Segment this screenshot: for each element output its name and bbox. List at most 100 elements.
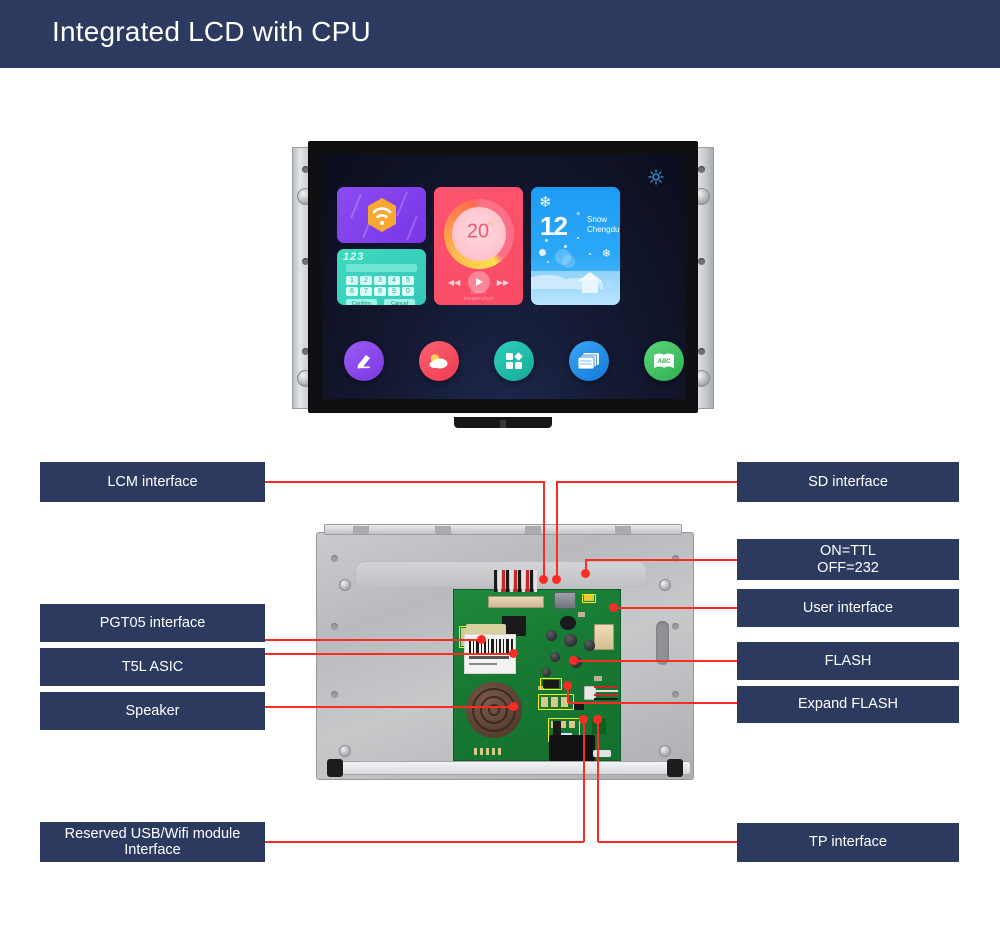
- leader-line-speaker: [265, 706, 513, 708]
- keypad-key[interactable]: 3: [374, 276, 386, 285]
- keypad-key[interactable]: 9: [388, 287, 400, 296]
- weather-condition: Snow: [587, 215, 608, 224]
- keypad-title: 123: [343, 251, 365, 263]
- keypad-key[interactable]: 7: [360, 287, 372, 296]
- tile-weather[interactable]: ❄ ❄ 12 ° Snow Chengdu: [531, 187, 620, 305]
- callout-reserved-usb-wifi[interactable]: Reserved USB/Wifi module Interface: [40, 822, 265, 862]
- callout-tp-interface[interactable]: TP interface: [737, 823, 959, 862]
- temperature-value: 20: [466, 220, 490, 243]
- leader-line-reserved-usb: [583, 719, 585, 842]
- snowflake-icon: ❄: [539, 194, 552, 211]
- mounting-slot: [656, 621, 669, 665]
- keypad-confirm-button[interactable]: Confirm: [346, 299, 377, 305]
- media-controls: ◀◀ ▶▶: [434, 271, 523, 295]
- leader-dot-speaker: [509, 702, 518, 711]
- weather-city: Chengdu: [587, 225, 620, 234]
- keypad-row-1: 1 2 3 4 5: [346, 276, 414, 285]
- windows-stack-icon[interactable]: [569, 341, 609, 381]
- sd-card-slot: [554, 592, 576, 609]
- page-header: Integrated LCD with CPU: [0, 0, 1000, 68]
- leader-dot-tp: [593, 715, 602, 724]
- keypad-key[interactable]: 4: [388, 276, 400, 285]
- leader-line-flash: [573, 660, 737, 662]
- callout-flash[interactable]: FLASH: [737, 642, 959, 680]
- callout-label: PGT05 interface: [99, 614, 206, 631]
- leader-dot-lcm: [539, 575, 548, 584]
- keypad-row-2: 6 7 8 9 0: [346, 287, 414, 296]
- tile-keypad[interactable]: 123 1 2 3 4 5 6 7 8 9 0 Confirm Cancel: [337, 249, 426, 305]
- callout-label: LCM interface: [107, 473, 198, 490]
- ttl-232-switch[interactable]: [584, 595, 594, 601]
- tp-interface-tail: [593, 750, 611, 757]
- leader-line-sd: [557, 481, 737, 483]
- pcb-board: [453, 570, 621, 761]
- wifi-hexagon-icon: [367, 198, 396, 232]
- snowflake-icon: ❄: [601, 248, 611, 260]
- tile-wifi[interactable]: [337, 187, 426, 243]
- callout-pgt05-interface[interactable]: PGT05 interface: [40, 604, 265, 642]
- temperature-unit: ℃: [487, 221, 495, 228]
- callout-label-line1: ON=TTL: [820, 543, 876, 560]
- leader-line-lcm: [543, 481, 545, 580]
- weather-degree-symbol: °: [576, 211, 581, 223]
- apps-grid-icon[interactable]: [494, 341, 534, 381]
- temperature-caption-line2: temperature: [463, 295, 494, 302]
- fast-forward-icon[interactable]: ▶▶: [497, 278, 509, 287]
- leader-line-ttl: [586, 559, 737, 561]
- leader-dot-ttl: [581, 569, 590, 578]
- lcd-screen[interactable]: 123 1 2 3 4 5 6 7 8 9 0 Confirm Cancel 2…: [322, 155, 686, 399]
- pencil-note-icon[interactable]: [344, 341, 384, 381]
- keypad-key[interactable]: 5: [402, 276, 414, 285]
- leader-line-tp: [598, 841, 737, 843]
- abc-dictionary-icon[interactable]: ABC: [644, 341, 684, 381]
- brightness-sun-icon[interactable]: [648, 169, 664, 185]
- keypad-key[interactable]: 1: [346, 276, 358, 285]
- callout-lcm-interface[interactable]: LCM interface: [40, 462, 265, 502]
- top-rail: [324, 524, 682, 535]
- temperature-dial[interactable]: 20 ℃: [443, 199, 514, 269]
- callout-label-line2: OFF=232: [817, 559, 879, 576]
- leader-dot-user: [609, 603, 618, 612]
- keypad-cancel-button[interactable]: Cancel: [384, 299, 415, 305]
- leader-line-sd: [556, 481, 558, 580]
- leader-line-reserved-usb: [265, 841, 584, 843]
- keypad-key[interactable]: 2: [360, 276, 372, 285]
- page-title: Integrated LCD with CPU: [52, 16, 371, 47]
- callout-label: User interface: [802, 599, 894, 616]
- leader-dot-sd: [552, 575, 561, 584]
- tp-interface-connector: [549, 735, 595, 761]
- callout-t5l-asic[interactable]: T5L ASIC: [40, 648, 265, 686]
- expand-flash-pad: [541, 697, 548, 707]
- play-icon[interactable]: [467, 271, 490, 293]
- callout-label: SD interface: [808, 473, 888, 490]
- callout-label-line2: Interface: [124, 842, 181, 858]
- callout-label: Expand FLASH: [798, 696, 898, 713]
- keypad-key[interactable]: 6: [346, 287, 358, 296]
- leader-line-tp: [597, 719, 599, 842]
- lcd-module-front-view: 123 1 2 3 4 5 6 7 8 9 0 Confirm Cancel 2…: [292, 141, 714, 428]
- leader-line-t5l: [265, 653, 513, 655]
- keypad-key[interactable]: 0: [402, 287, 414, 296]
- callout-user-interface[interactable]: User interface: [737, 589, 959, 627]
- callout-ttl-232-switch[interactable]: ON=TTL OFF=232: [737, 539, 959, 580]
- lcm-ribbon-cable: [494, 570, 540, 592]
- callout-sd-interface[interactable]: SD interface: [737, 462, 959, 502]
- product-diagram-page: Integrated LCD with CPU 123 1 2 3 4 5 6 …: [0, 0, 1000, 931]
- module-foot: [667, 759, 683, 777]
- tile-room-temperature[interactable]: 20 ℃ Room temperature ◀◀ ▶▶: [434, 187, 523, 305]
- weather-cloud-icon[interactable]: [419, 341, 459, 381]
- svg-text:ABC: ABC: [657, 359, 672, 365]
- callout-speaker[interactable]: Speaker: [40, 692, 265, 730]
- bottom-rail: [331, 761, 691, 775]
- module-foot: [327, 759, 343, 777]
- callout-label: T5L ASIC: [121, 658, 184, 675]
- leader-line-user: [613, 607, 737, 609]
- keypad-key[interactable]: 8: [374, 287, 386, 296]
- lcm-interface-connector: [488, 596, 544, 608]
- leader-line-expand-flash: [568, 702, 737, 704]
- keypad-display: [346, 264, 417, 272]
- callout-label: Speaker: [125, 702, 180, 719]
- callout-expand-flash[interactable]: Expand FLASH: [737, 686, 959, 723]
- expand-flash-pad: [551, 697, 558, 707]
- rewind-icon[interactable]: ◀◀: [448, 278, 460, 287]
